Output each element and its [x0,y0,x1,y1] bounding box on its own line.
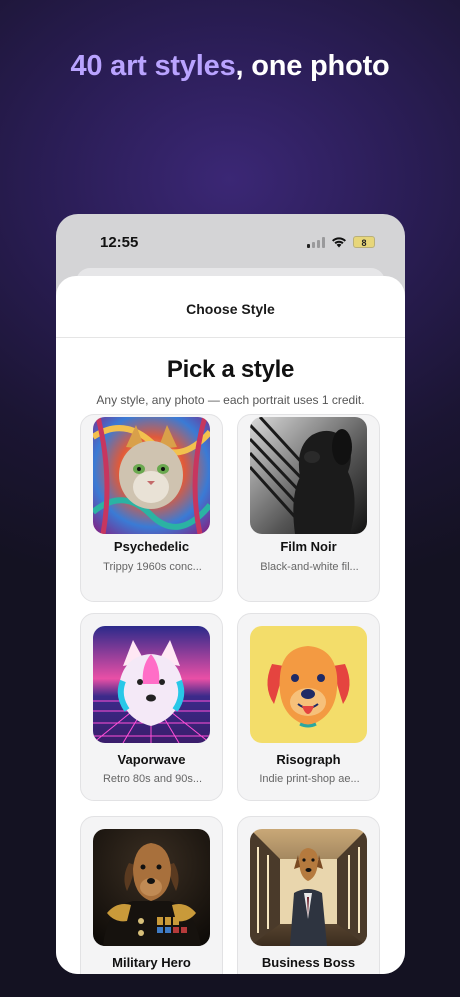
style-card-psychedelic[interactable]: Psychedelic Trippy 1960s conc... [80,414,223,602]
battery-icon: 8 [353,236,375,248]
style-card-film-noir[interactable]: Film Noir Black-and-white fil... [237,414,380,602]
page-subtitle: Any style, any photo — each portrait use… [96,393,365,407]
nav-title: Choose Style [186,301,275,317]
style-card-description: Indie print-shop ae... [259,773,360,785]
film-noir-dog-thumbnail [250,417,367,534]
status-bar: 12:55 8 [56,214,405,270]
style-card-vaporwave[interactable]: Vaporwave Retro 80s and 90s... [80,613,223,801]
style-card-business-boss[interactable]: Business Boss [237,816,380,974]
style-card-title: Psychedelic [113,539,190,554]
style-card-title: Risograph [276,752,341,767]
style-card-description: Trippy 1960s conc... [103,561,202,573]
style-card-description: Black-and-white fil... [260,561,359,573]
status-icons: 8 [307,236,375,248]
style-card-military-hero[interactable]: Military Hero [80,816,223,974]
phone-frame: 12:55 8 Choose Style Pick a style Any st… [56,214,405,974]
style-card-risograph[interactable]: Risograph Indie print-shop ae... [237,613,380,801]
style-picker-sheet: Choose Style Pick a style Any style, any… [56,276,405,974]
headline: 40 art styles, one photo [0,50,460,83]
style-card-title: Business Boss [261,955,356,970]
style-card-title: Vaporwave [117,752,186,767]
style-card-description: Retro 80s and 90s... [102,773,203,785]
wifi-icon [332,237,346,248]
vaporwave-dog-thumbnail [93,626,210,743]
business-dog-thumbnail [250,829,367,946]
psychedelic-cat-thumbnail [93,417,210,534]
style-card-title: Military Hero [112,955,191,970]
status-time: 12:55 [100,234,139,251]
nav-divider [56,337,405,338]
page-title: Pick a style [166,356,295,383]
military-dog-thumbnail [93,829,210,946]
style-card-title: Film Noir [280,539,337,554]
risograph-dog-thumbnail [250,626,367,743]
headline-rest: , one photo [235,50,390,82]
headline-accent: 40 art styles [70,50,236,82]
signal-icon [307,236,325,248]
